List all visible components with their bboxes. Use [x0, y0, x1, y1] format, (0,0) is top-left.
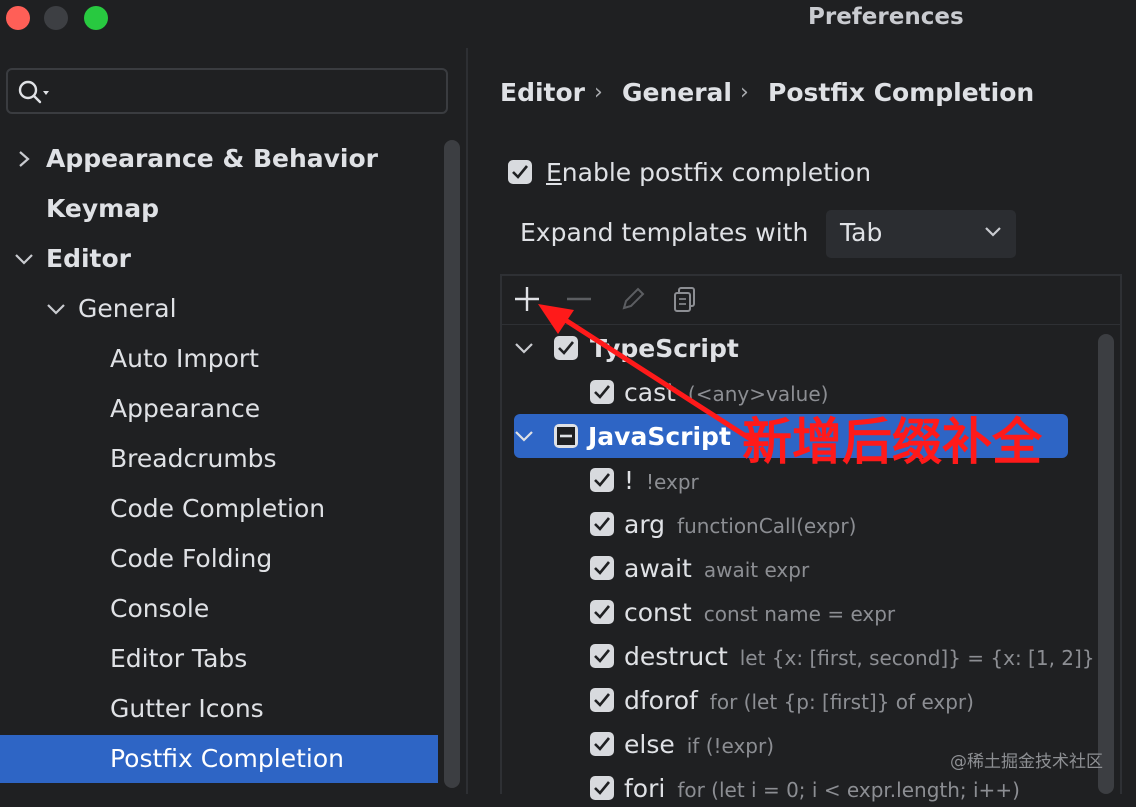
enable-postfix-label[interactable]: Enable postfix completion: [546, 156, 871, 190]
template-example: for (let {p: [first]} of expr): [709, 690, 974, 714]
enable-postfix-checkbox[interactable]: [508, 160, 532, 184]
checkmark-icon: [594, 649, 611, 663]
expand-key-value: Tab: [840, 218, 883, 247]
template-key: fori: [624, 774, 666, 803]
templates-scrollbar[interactable]: [1098, 334, 1114, 794]
template-key: const: [624, 598, 692, 627]
template-checkbox[interactable]: [590, 644, 614, 668]
sidebar-item-breadcrumbs[interactable]: Breadcrumbs: [110, 441, 277, 477]
checkmark-icon: [594, 561, 611, 575]
template-checkbox[interactable]: [590, 732, 614, 756]
template-checkbox[interactable]: [590, 556, 614, 580]
watermark: @稀土掘金技术社区: [950, 752, 1103, 772]
sidebar-item-gutter-icons[interactable]: Gutter Icons: [110, 691, 264, 727]
template-checkbox[interactable]: [590, 776, 614, 800]
checkmark-icon: [594, 517, 611, 531]
breadcrumb-item-general[interactable]: General: [622, 76, 732, 110]
sidebar-item-code-folding[interactable]: Code Folding: [110, 541, 272, 577]
chevron-down-icon: [985, 227, 1001, 237]
template-row[interactable]: ! !expr: [624, 464, 699, 499]
sidebar-item-editor-tabs[interactable]: Editor Tabs: [110, 641, 247, 677]
checkmark-icon: [594, 693, 611, 707]
sidebar-item-keymap[interactable]: Keymap: [46, 191, 159, 227]
annotation-arrow: [538, 304, 755, 443]
checkmark-icon: [594, 781, 611, 795]
expand-templates-label: Expand templates with: [520, 218, 809, 247]
expand-key-select[interactable]: Tab: [826, 210, 1016, 258]
template-key: arg: [624, 510, 666, 539]
template-example: functionCall(expr): [677, 514, 857, 538]
template-key: !: [624, 466, 635, 495]
checkmark-icon: [594, 473, 611, 487]
sidebar-item-postfix-completion[interactable]: Postfix Completion: [110, 741, 344, 777]
enable-postfix-label-text: nable postfix completion: [561, 158, 872, 187]
checkmark-icon: [594, 737, 611, 751]
sidebar-item-editor[interactable]: Editor: [46, 241, 131, 277]
template-example: if (!expr): [686, 734, 775, 758]
template-row[interactable]: else if (!expr): [624, 728, 774, 763]
template-row[interactable]: destruct let {x: [first, second]} = {x: […: [624, 640, 1095, 675]
template-example: for (let i = 0; i < expr.length; i++): [677, 778, 1020, 802]
sidebar-scrollbar[interactable]: [444, 140, 460, 788]
minimize-window-button[interactable]: [44, 6, 68, 30]
template-example: !expr: [646, 470, 699, 494]
sidebar-item-appearance[interactable]: Appearance: [110, 391, 260, 427]
sidebar-item-code-completion[interactable]: Code Completion: [110, 491, 325, 527]
template-key: destruct: [624, 642, 728, 671]
template-row[interactable]: fori for (let i = 0; i < expr.length; i++…: [624, 772, 1020, 807]
sidebar-item-auto-import[interactable]: Auto Import: [110, 341, 259, 377]
search-icon: [18, 80, 49, 104]
template-key: else: [624, 730, 675, 759]
template-key: await: [624, 554, 692, 583]
breadcrumb-separator: ›: [594, 80, 603, 105]
template-example: const name = expr: [703, 602, 896, 626]
template-example: let {x: [first, second]} = {x: [1, 2]}: [739, 646, 1095, 670]
template-checkbox[interactable]: [590, 600, 614, 624]
breadcrumb-item-editor[interactable]: Editor: [500, 76, 585, 110]
chevron-right-icon[interactable]: [16, 150, 32, 168]
panel-divider: [466, 48, 468, 794]
checkmark-icon: [512, 165, 529, 179]
annotation-label: 新增后缀补全: [742, 413, 1042, 471]
maximize-window-button[interactable]: [84, 6, 108, 30]
close-window-button[interactable]: [6, 6, 30, 30]
search-input[interactable]: [6, 68, 448, 114]
chevron-down-icon[interactable]: [14, 252, 34, 266]
chevron-down-icon[interactable]: [46, 302, 66, 316]
sidebar-item-general[interactable]: General: [78, 291, 177, 327]
sidebar-item-appearance-behavior[interactable]: Appearance & Behavior: [46, 141, 378, 177]
template-checkbox[interactable]: [590, 512, 614, 536]
template-key: dforof: [624, 686, 698, 715]
template-checkbox[interactable]: [590, 468, 614, 492]
window-title: Preferences: [808, 4, 964, 30]
template-row[interactable]: const const name = expr: [624, 596, 895, 631]
template-checkbox[interactable]: [590, 688, 614, 712]
breadcrumb-item-postfix-completion: Postfix Completion: [768, 78, 1035, 107]
template-row[interactable]: dforof for (let {p: [first]} of expr): [624, 684, 974, 719]
breadcrumb-separator: ›: [740, 80, 749, 105]
template-row[interactable]: await await expr: [624, 552, 809, 587]
sidebar-item-console[interactable]: Console: [110, 591, 209, 627]
mnemonic-letter: E: [546, 158, 562, 187]
template-row[interactable]: arg functionCall(expr): [624, 508, 856, 543]
template-example: await expr: [703, 558, 810, 582]
checkmark-icon: [594, 605, 611, 619]
